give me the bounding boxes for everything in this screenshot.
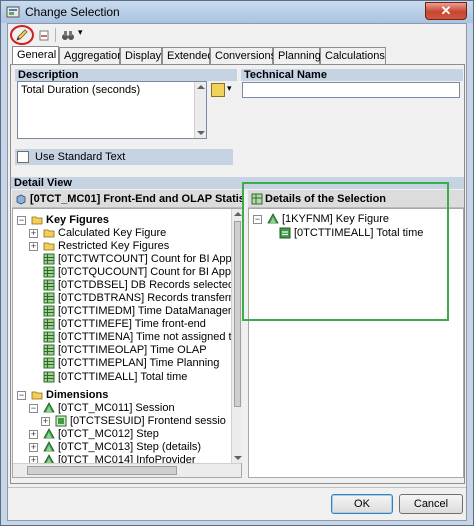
left-tree-row-label: [0TCTTIMEFE] Time front-end [58,318,206,330]
cancel-button[interactable]: Cancel [399,494,463,514]
folder-icon [31,216,43,225]
scroll-up-icon [197,85,205,89]
left-tree-row-label: [0TCT_MC011] Session [58,402,175,414]
expand-icon[interactable]: + [41,417,50,426]
expand-icon[interactable]: + [29,229,38,238]
tab-label: Display [125,50,162,62]
window-title: Change Selection [25,5,120,19]
left-tree-row-label: [0TCTSESUID] Frontend sessio [70,415,226,427]
eraser-icon[interactable] [38,27,50,43]
left-tree-row-label: Calculated Key Figure [58,227,167,239]
left-tree-row-label: Key Figures [46,214,109,226]
folder-icon [31,391,43,400]
technical-name-label: Technical Name [241,69,463,81]
left-tree-row-label: [0TCTWTCOUNT] Count for BI Appl. [58,253,238,265]
dimension-icon [43,441,55,452]
change-selection-window: Change Selection ✕ ▾ General Aggregation… [0,0,474,526]
left-tree-scrollbar[interactable] [231,209,242,463]
formula-icon[interactable] [211,83,225,97]
left-tree-row-label: [0TCTDBSEL] DB Records selected [58,279,235,291]
tab-extended[interactable]: Extended [162,47,214,65]
left-tree-row-label: [0TCTTIMENA] Time not assigned to [58,331,238,343]
description-label: Description [15,69,237,81]
close-button[interactable]: ✕ [425,2,467,20]
left-tree-row-label: [0TCTTIMEDM] Time DataManager [58,305,232,317]
tab-general[interactable]: General [12,46,59,66]
key-figure-icon [43,279,55,291]
tab-label: General [17,49,57,61]
key-figure-icon [43,292,55,304]
left-tree-row-label: [0TCT_MC013] Step (details) [58,441,202,453]
collapse-icon[interactable]: − [17,391,26,400]
tab-label: Conversions [215,50,277,62]
collapse-icon[interactable]: − [29,404,38,413]
description-value: Total Duration (seconds) [21,84,141,96]
key-figure-icon [43,266,55,278]
tab-calculations[interactable]: Calculations [320,47,386,65]
scroll-up-icon [234,212,242,216]
left-tree-row-label: [0TCT_MC012] Step [58,428,159,440]
tab-display[interactable]: Display [120,47,162,65]
tab-aggregation[interactable]: Aggregation [59,47,124,65]
expand-icon[interactable]: + [29,430,38,439]
toolbar-separator [55,28,56,42]
toolbar: ▾ [8,24,466,46]
left-tree-row-label: [0TCTQUCOUNT] Count for BI Appl( [58,266,238,278]
chevron-down-icon[interactable]: ▾ [227,83,232,94]
chevron-down-icon[interactable]: ▾ [78,27,83,38]
app-icon [6,6,20,18]
left-tree-row-label: [0TCTTIMEPLAN] Time Planning [58,357,220,369]
scroll-thumb[interactable] [234,221,241,407]
technical-name-input[interactable] [242,82,460,98]
footer-separator [8,487,466,488]
left-tree-row-label: [0TCTTIMEOLAP] Time OLAP [58,344,207,356]
dimension-icon [43,402,55,413]
folder-icon [43,229,55,238]
selection-highlight-box [242,182,449,321]
close-icon: ✕ [440,3,452,18]
collapse-icon[interactable]: − [17,216,26,225]
left-tree[interactable]: − Key Figures + Calculated Key Figure + Restr… [12,208,242,478]
key-figure-icon [43,318,55,330]
tab-label: Extended [167,50,214,62]
highlight-circle [10,25,34,45]
expand-icon[interactable]: + [29,443,38,452]
left-tree-row-label: [0TCTTIMEALL] Total time [58,371,188,383]
tab-planning[interactable]: Planning [273,47,321,65]
characteristic-icon [55,415,67,427]
scroll-down-icon [234,456,242,460]
key-figure-icon [43,253,55,265]
description-input[interactable]: Total Duration (seconds) [17,81,207,139]
use-standard-text-checkbox[interactable] [17,151,29,163]
ok-button[interactable]: OK [331,494,393,514]
left-tree-title: [0TCT_MC01] Front-End and OLAP Statisti [30,193,244,205]
key-figure-icon [43,344,55,356]
tab-conversions[interactable]: Conversions [210,47,277,65]
key-figure-icon [43,305,55,317]
left-tree-row-label: Restricted Key Figures [58,240,170,252]
dimension-icon [43,428,55,439]
tab-label: Aggregation [64,50,124,62]
key-figure-icon [43,357,55,369]
description-scrollbar[interactable] [194,82,206,138]
folder-icon [43,242,55,251]
hscroll-thumb[interactable] [27,466,177,475]
key-figure-icon [43,331,55,343]
left-tree-hscrollbar[interactable] [13,463,241,477]
title-bar[interactable]: Change Selection ✕ [1,1,473,23]
scroll-down-icon [197,131,205,135]
left-tree-header: [0TCT_MC01] Front-End and OLAP Statisti [12,190,244,208]
tab-label: Planning [278,50,321,62]
key-figure-icon [43,371,55,383]
binoculars-icon[interactable] [60,27,76,43]
dialog-client: ▾ General Aggregation Display Extended C… [7,23,467,521]
expand-icon[interactable]: + [29,242,38,251]
cube-icon [16,194,26,205]
left-tree-row-label: Dimensions [46,389,109,401]
left-tree-row-label: [0TCTDBTRANS] Records transferre [58,292,239,304]
use-standard-text-label: Use Standard Text [35,151,126,163]
tab-label: Calculations [325,50,385,62]
